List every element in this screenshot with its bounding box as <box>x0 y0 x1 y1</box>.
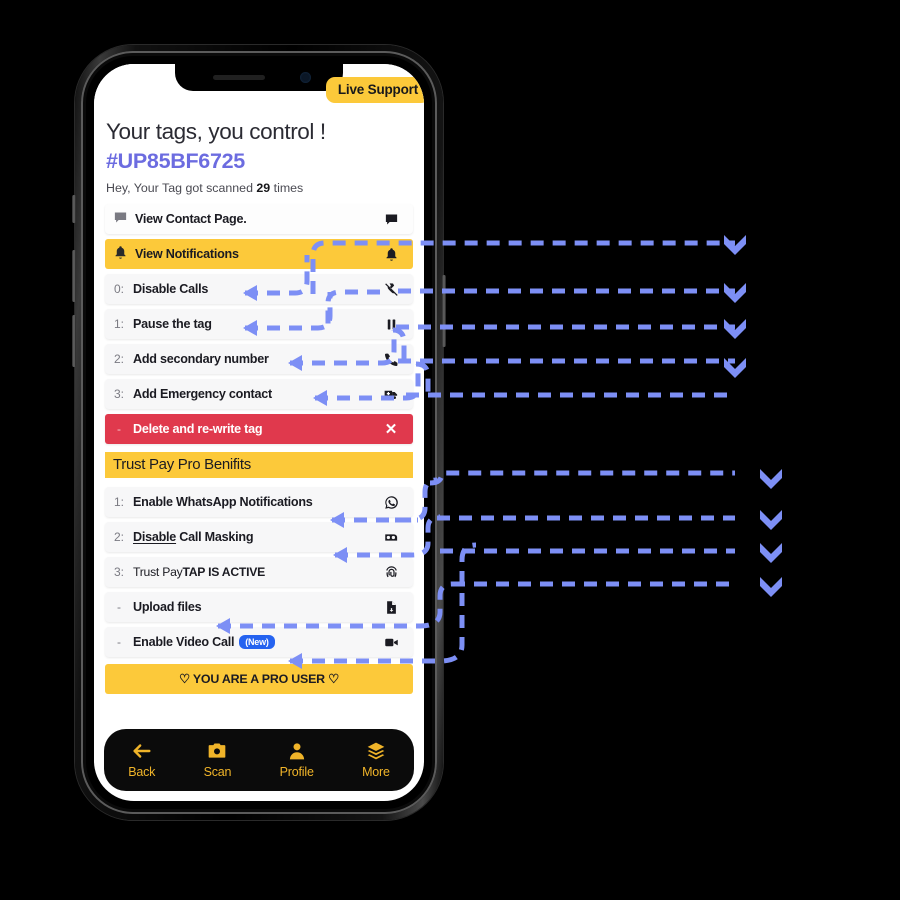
page-title: Your tags, you control ! <box>106 119 326 144</box>
person-icon <box>287 741 307 761</box>
row-index: 1: <box>113 317 124 331</box>
layers-icon <box>366 741 386 761</box>
row-label: Disable Call Masking <box>133 530 254 544</box>
phone-icon <box>383 351 399 367</box>
row-index: 3: <box>113 387 124 401</box>
row-label: Enable Video Call <box>133 635 235 649</box>
bottom-navigation-bar: Back Scan Profile More <box>104 729 414 791</box>
file-upload-icon <box>383 599 399 615</box>
close-icon: ✕ <box>384 420 398 438</box>
nav-label: More <box>362 765 390 779</box>
bell-icon <box>105 245 135 263</box>
scan-prefix: Hey, Your Tag got scanned <box>106 181 257 195</box>
pro-user-banner: ♡ YOU ARE A PRO USER ♡ <box>105 664 413 694</box>
list-item[interactable]: 1: Pause the tag <box>105 309 413 339</box>
phone-off-icon <box>383 281 399 297</box>
nav-item-more[interactable]: More <box>362 741 390 779</box>
row-label: Delete and re-write tag <box>133 422 263 436</box>
list-item[interactable]: View Notifications <box>105 239 413 269</box>
call-mask-icon <box>383 529 399 545</box>
nav-label: Scan <box>203 765 232 779</box>
ambulance-icon <box>383 386 399 402</box>
row-label-rest: Call Masking <box>176 530 254 544</box>
live-support-button[interactable]: Live Support <box>325 77 424 103</box>
bell-icon <box>383 246 399 262</box>
list-item[interactable]: 1: Enable WhatsApp Notifications <box>105 487 413 517</box>
row-label: Add Emergency contact <box>133 387 272 401</box>
power-button[interactable] <box>442 275 446 347</box>
chat-bubble-icon <box>383 211 399 227</box>
nav-label: Back <box>128 765 156 779</box>
app-header: Your tags, you control ! #UP85BF6725 Hey… <box>94 110 424 195</box>
nav-item-back[interactable]: Back <box>128 741 155 779</box>
new-badge: (New) <box>239 634 275 650</box>
scan-suffix: times <box>270 181 304 195</box>
nav-label: Profile <box>279 765 314 779</box>
arrow-left-icon <box>131 741 153 761</box>
row-label: Enable WhatsApp Notifications <box>133 495 313 509</box>
arrowhead-disable-calls <box>724 283 746 303</box>
phone-notch <box>175 64 343 91</box>
tag-id: #UP85BF6725 <box>106 149 245 173</box>
row-index: - <box>117 422 121 436</box>
scan-count-text: Hey, Your Tag got scanned 29 times <box>106 181 412 195</box>
row-label: Pause the tag <box>133 317 212 331</box>
phone-frame: Live Support Your tags, you control ! #U… <box>72 45 446 820</box>
camera-icon <box>207 741 227 761</box>
row-index: 2: <box>113 352 124 366</box>
pause-icon <box>383 316 399 332</box>
pro-benefits-list: 1: Enable WhatsApp Notifications 2: Disable… <box>94 487 424 657</box>
pro-title-bold: Pro Benifits <box>173 456 251 473</box>
earpiece-speaker <box>213 75 265 80</box>
video-camera-icon <box>383 634 399 650</box>
row-label: View Notifications <box>135 247 239 261</box>
main-action-list: View Contact Page. View Notifications 0: Di… <box>94 204 424 444</box>
list-item[interactable]: 2: Disable Call Masking <box>105 522 413 552</box>
nav-item-profile[interactable]: Profile <box>280 741 314 779</box>
row-label: View Contact Page. <box>135 212 247 226</box>
row-label: Upload files <box>133 600 202 614</box>
list-item[interactable]: 3: Trust PayTAP IS ACTIVE <box>105 557 413 587</box>
list-item[interactable]: 2: Add secondary number <box>105 344 413 374</box>
list-item[interactable]: - Delete and re-write tag ✕ <box>105 414 413 444</box>
nav-item-scan[interactable]: Scan <box>203 741 232 779</box>
volume-down-button[interactable] <box>72 315 76 367</box>
phone-screen: Live Support Your tags, you control ! #U… <box>94 64 424 801</box>
front-camera-icon <box>300 72 311 83</box>
row-index: - <box>117 600 121 614</box>
row-label: Add secondary number <box>133 352 269 366</box>
chat-bubble-icon <box>105 210 135 228</box>
arrowhead-pro-title <box>760 469 782 489</box>
pro-title-light: Trust Pay <box>113 456 174 473</box>
whatsapp-icon <box>383 494 399 510</box>
row-index: 3: <box>113 565 124 579</box>
row-index: - <box>117 635 121 649</box>
arrowhead-whatsapp <box>760 510 782 530</box>
pro-section-title: Trust Pay Pro Benifits <box>105 452 413 478</box>
row-label-light: Trust Pay <box>133 565 183 579</box>
row-label-bold: TAP IS ACTIVE <box>182 565 265 579</box>
row-index: 1: <box>113 495 124 509</box>
row-label-underlined: Disable <box>133 530 177 544</box>
arrowhead-masking <box>760 543 782 563</box>
row-index: 2: <box>113 530 124 544</box>
connector-pro-title <box>429 470 735 486</box>
list-item[interactable]: View Contact Page. <box>105 204 413 234</box>
list-item[interactable]: 3: Add Emergency contact <box>105 379 413 409</box>
row-index: 0: <box>113 282 124 296</box>
silent-switch[interactable] <box>72 195 76 223</box>
arrowhead-group <box>724 235 782 597</box>
arrowhead-pause <box>724 319 746 339</box>
scan-count: 29 <box>256 181 271 195</box>
list-item[interactable]: - Upload files <box>105 592 413 622</box>
row-label: Trust PayTAP IS ACTIVE <box>133 565 265 579</box>
list-item[interactable]: 0: Disable Calls <box>105 274 413 304</box>
arrowhead-secondary <box>724 358 746 378</box>
list-item[interactable]: - Enable Video Call (New) <box>105 627 413 657</box>
volume-up-button[interactable] <box>72 250 76 302</box>
arrowhead-upload <box>760 577 782 597</box>
fingerprint-icon <box>383 564 399 580</box>
arrowhead-notifications <box>724 235 746 255</box>
row-label: Disable Calls <box>133 282 209 296</box>
